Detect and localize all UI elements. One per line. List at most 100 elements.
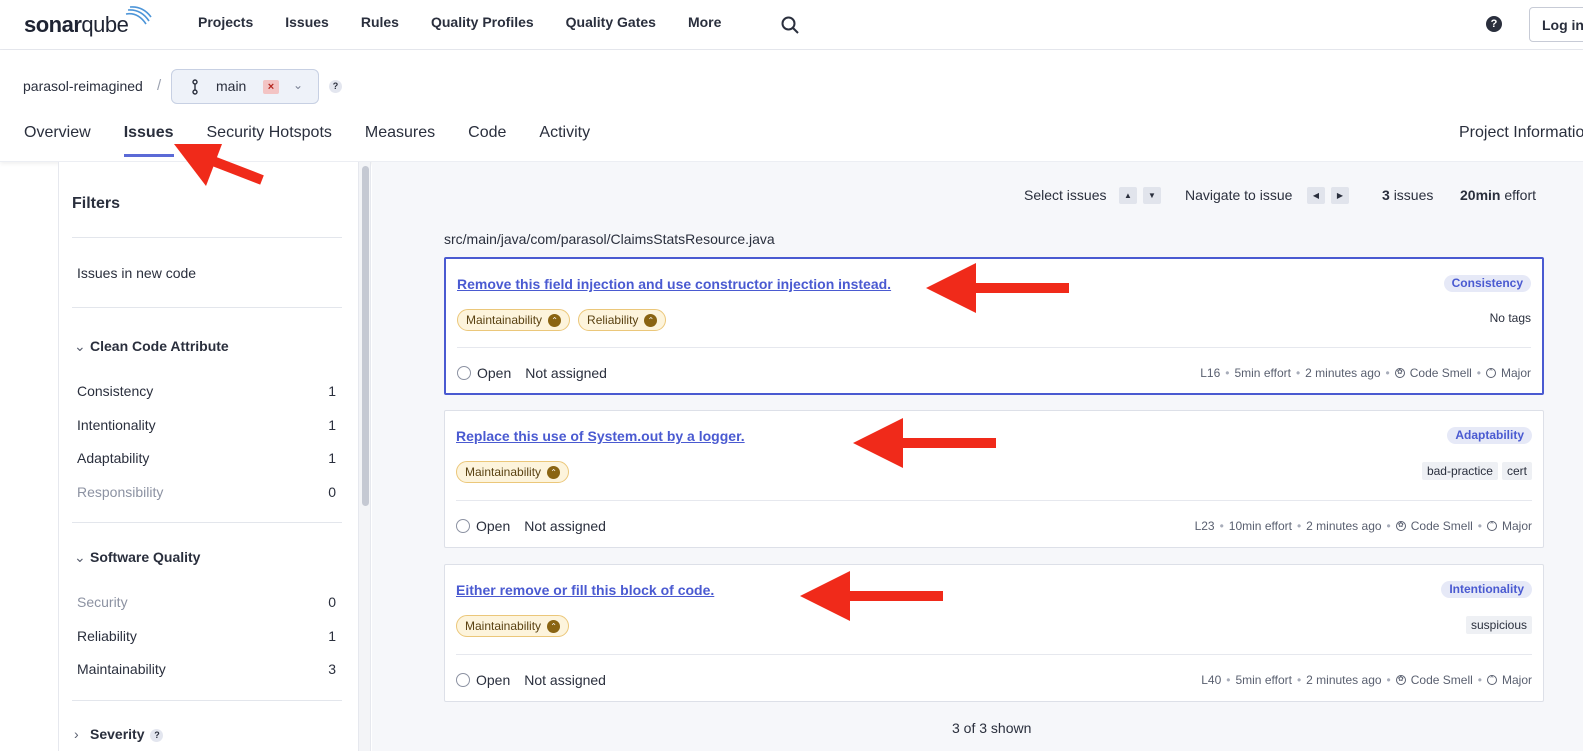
- status-label[interactable]: Open: [476, 672, 510, 688]
- branch-selector[interactable]: main × ⌄: [171, 69, 319, 104]
- facet-item-consistency[interactable]: Consistency 1: [77, 383, 336, 399]
- severity-facet[interactable]: › Severity?: [74, 726, 164, 742]
- total-effort: 20min effort: [1460, 187, 1536, 203]
- code-smell-icon: ✿: [1395, 675, 1406, 685]
- no-tags-label[interactable]: No tags: [1490, 311, 1531, 325]
- issue-select-checkbox[interactable]: [457, 366, 471, 380]
- assignee-label[interactable]: Not assigned: [524, 518, 606, 534]
- nav-rules[interactable]: Rules: [361, 14, 399, 30]
- issues-in-new-code-filter[interactable]: Issues in new code: [77, 265, 336, 281]
- major-severity-icon: ⌃: [1485, 368, 1496, 378]
- issue-select-checkbox[interactable]: [456, 519, 470, 533]
- tab-activity[interactable]: Activity: [539, 124, 590, 157]
- issue-tags[interactable]: suspicious: [1465, 616, 1532, 634]
- facet-item-adaptability[interactable]: Adaptability 1: [77, 450, 336, 466]
- tag: suspicious: [1465, 616, 1532, 634]
- divider: [72, 522, 342, 523]
- effort-value: 20min: [1460, 187, 1501, 203]
- divider: [72, 237, 342, 238]
- facet-item-intentionality[interactable]: Intentionality 1: [77, 417, 336, 433]
- nav-quality-gates[interactable]: Quality Gates: [566, 14, 656, 30]
- assignee-label[interactable]: Not assigned: [524, 672, 606, 688]
- quality-badge-reliability[interactable]: Reliability ⌃: [578, 309, 667, 331]
- sonarqube-logo[interactable]: sonarqube: [24, 12, 129, 38]
- quality-badge-maintainability[interactable]: Maintainability ⌃: [456, 461, 570, 483]
- severity-help-icon[interactable]: ?: [150, 729, 164, 742]
- facet-item-reliability[interactable]: Reliability 1: [77, 628, 336, 644]
- breadcrumb-separator: /: [157, 77, 162, 94]
- facet-item-label: Adaptability: [77, 450, 150, 466]
- assignee-label[interactable]: Not assigned: [525, 365, 607, 381]
- line-number[interactable]: L23: [1195, 519, 1215, 533]
- issues-count-suffix: issues: [1393, 187, 1434, 203]
- nav-quality-profiles[interactable]: Quality Profiles: [431, 14, 534, 30]
- code-smell-icon: ✿: [1395, 521, 1406, 531]
- software-qualities: Maintainability ⌃: [456, 615, 570, 637]
- issue-title-link[interactable]: Replace this use of System.out by a logg…: [456, 428, 745, 444]
- branch-help-icon[interactable]: ?: [329, 80, 342, 93]
- issue-tags[interactable]: bad-practice cert: [1421, 462, 1532, 480]
- line-number[interactable]: L16: [1200, 366, 1220, 380]
- nav-projects[interactable]: Projects: [198, 14, 253, 30]
- tag: bad-practice: [1421, 462, 1498, 480]
- arrow-right-key-icon: ▶: [1331, 187, 1349, 204]
- status-label[interactable]: Open: [476, 518, 510, 534]
- type-label: Code Smell: [1409, 366, 1472, 380]
- issue-meta: L40 • 5min effort • 2 minutes ago • ✿ Code S…: [1201, 673, 1532, 687]
- quality-badge-maintainability[interactable]: Maintainability ⌃: [457, 309, 571, 331]
- tab-issues[interactable]: Issues: [123, 124, 174, 157]
- issue-title-link[interactable]: Either remove or fill this block of code…: [456, 582, 714, 598]
- tab-code[interactable]: Code: [468, 124, 506, 157]
- age-label[interactable]: 2 minutes ago: [1305, 366, 1380, 380]
- quality-badge-maintainability[interactable]: Maintainability ⌃: [456, 615, 570, 637]
- branch-clear-icon[interactable]: ×: [263, 80, 279, 94]
- nav-more[interactable]: More: [688, 14, 721, 30]
- divider: [72, 307, 342, 308]
- severity-label: Major: [1501, 519, 1532, 533]
- issue-status: Open Not assigned: [456, 518, 606, 534]
- severity-medium-icon: ⌃: [547, 465, 561, 479]
- logo-text-bold: sonar: [24, 12, 82, 37]
- facet-item-maintainability[interactable]: Maintainability 3: [77, 661, 336, 677]
- code-smell-icon: ✿: [1394, 368, 1405, 378]
- effort-label: 10min effort: [1228, 519, 1292, 533]
- separator-dot: •: [1226, 673, 1231, 687]
- search-icon[interactable]: [780, 15, 800, 35]
- annotation-arrow-icon: [174, 144, 264, 186]
- project-breadcrumb[interactable]: parasol-reimagined: [23, 78, 143, 94]
- status-label[interactable]: Open: [477, 365, 511, 381]
- scrollbar-thumb[interactable]: [362, 166, 369, 506]
- tab-measures[interactable]: Measures: [365, 124, 435, 157]
- facet-item-label: Consistency: [77, 383, 154, 399]
- software-qualities: Maintainability ⌃ Reliability ⌃: [457, 309, 667, 331]
- major-severity-icon: ⌃: [1486, 675, 1497, 685]
- major-severity-icon: ⌃: [1486, 521, 1497, 531]
- issues-count-value: 3: [1382, 187, 1390, 203]
- arrow-left-key-icon: ◀: [1307, 187, 1325, 204]
- age-label[interactable]: 2 minutes ago: [1306, 673, 1381, 687]
- facet-item-label: Intentionality: [77, 417, 156, 433]
- separator-dot: •: [1477, 673, 1482, 687]
- software-quality-facet[interactable]: ⌄ Software Quality: [74, 549, 200, 566]
- arrow-down-key-icon: ▼: [1143, 187, 1161, 204]
- age-label[interactable]: 2 minutes ago: [1306, 519, 1381, 533]
- issue-select-checkbox[interactable]: [456, 673, 470, 687]
- sidebar-scrollbar[interactable]: [358, 162, 370, 751]
- tab-overview[interactable]: Overview: [24, 124, 91, 157]
- facet-item-responsibility: Responsibility 0: [77, 484, 336, 500]
- divider: [457, 347, 1531, 348]
- separator-dot: •: [1477, 519, 1482, 533]
- type-label: Code Smell: [1410, 519, 1473, 533]
- effort-label: 5min effort: [1235, 673, 1292, 687]
- help-icon[interactable]: ?: [1486, 16, 1502, 32]
- line-number[interactable]: L40: [1201, 673, 1221, 687]
- logo-wave-icon: [125, 6, 152, 25]
- facet-item-label: Security: [77, 594, 128, 610]
- login-button[interactable]: Log in: [1529, 7, 1583, 42]
- issue-card[interactable]: Either remove or fill this block of code…: [444, 564, 1544, 702]
- issue-title-link[interactable]: Remove this field injection and use cons…: [457, 276, 891, 292]
- clean-code-attribute-facet[interactable]: ⌄ Clean Code Attribute: [74, 338, 229, 355]
- nav-issues[interactable]: Issues: [285, 14, 329, 30]
- tag: cert: [1501, 462, 1532, 480]
- project-information-link[interactable]: Project Information: [1459, 124, 1583, 142]
